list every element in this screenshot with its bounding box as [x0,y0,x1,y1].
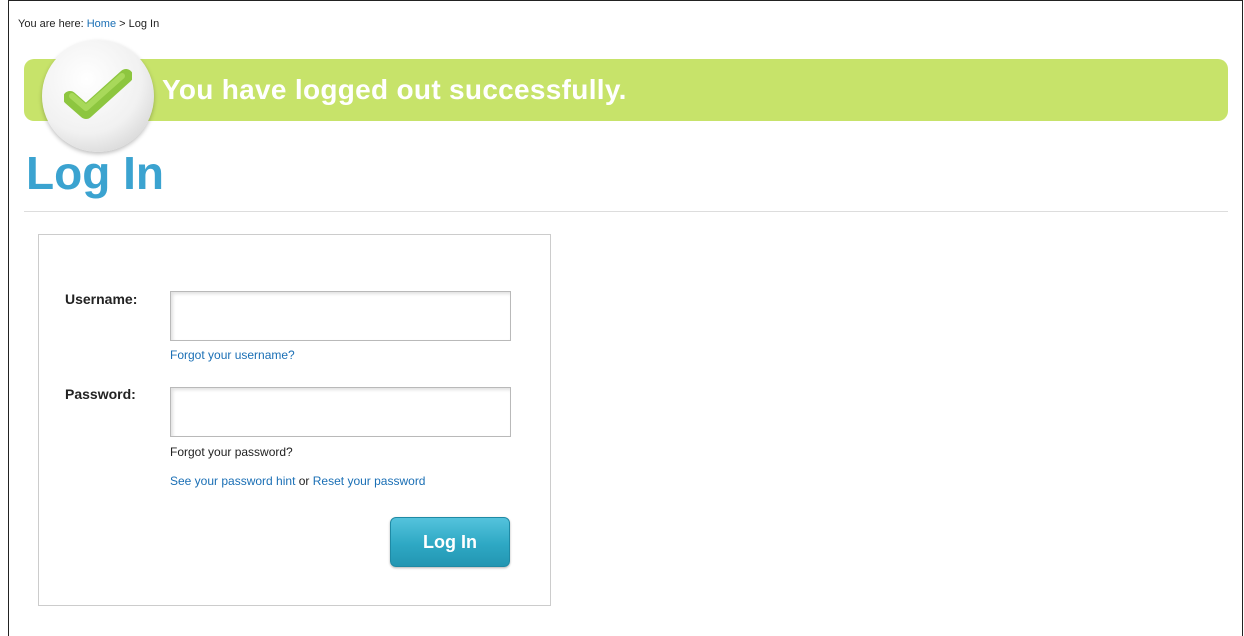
breadcrumb: You are here: Home > Log In [18,18,159,30]
breadcrumb-home-link[interactable]: Home [87,18,116,30]
breadcrumb-current: Log In [128,18,160,30]
password-input[interactable] [170,387,511,437]
banner-message: You have logged out successfully. [162,74,627,105]
divider [24,211,1228,212]
reset-password-link[interactable]: Reset your password [313,474,426,488]
forgot-username-link[interactable]: Forgot your username? [170,348,295,362]
forgot-password-text: Forgot your password? [170,445,293,459]
username-input[interactable] [170,291,511,341]
breadcrumb-separator: > [119,18,126,30]
password-help-row: See your password hint or Reset your pas… [170,474,425,488]
or-text: or [298,474,310,488]
check-icon [42,40,154,152]
breadcrumb-prefix: You are here: [18,18,84,30]
username-label: Username: [65,291,138,307]
page-title: Log In [26,147,164,199]
password-hint-link[interactable]: See your password hint [170,474,295,488]
login-button[interactable]: Log In [390,517,510,567]
password-label: Password: [65,386,136,402]
